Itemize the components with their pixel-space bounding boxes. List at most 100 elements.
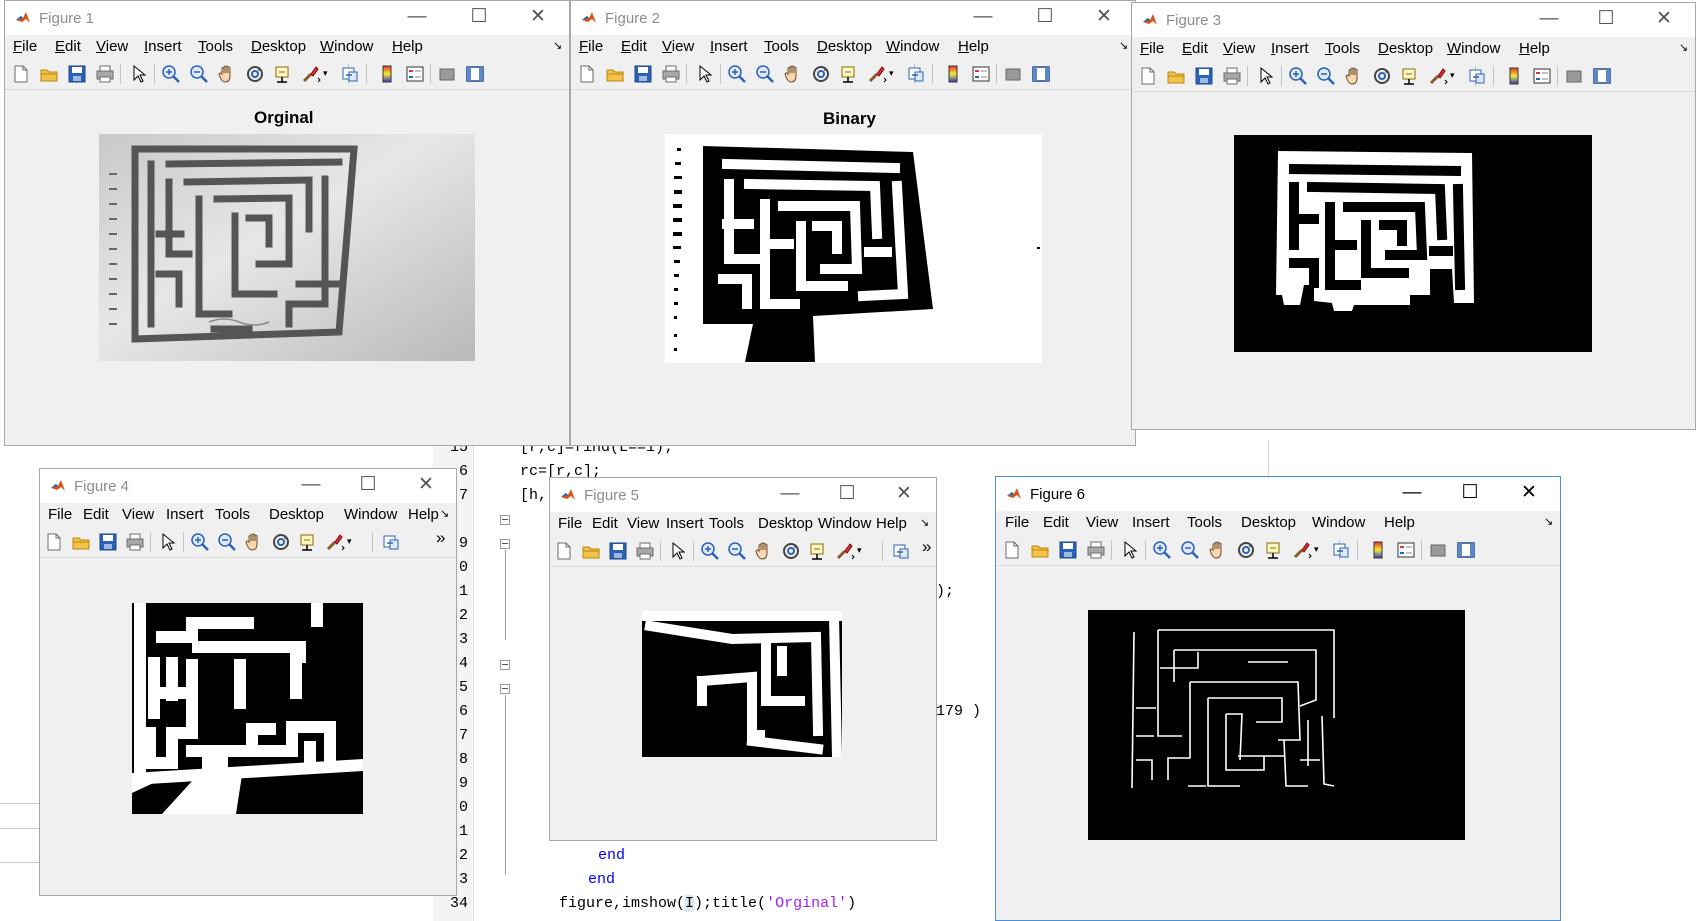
figure-window-5[interactable]: Figure 5 — ☐ ✕ File Edit View Insert Tools De… — [549, 477, 937, 841]
data-cursor-icon[interactable] — [1400, 66, 1420, 86]
legend-icon[interactable] — [1396, 540, 1416, 560]
rotate-3d-icon[interactable] — [245, 64, 265, 84]
data-cursor-icon[interactable] — [298, 532, 318, 552]
menu-file[interactable]: File — [558, 515, 582, 532]
zoom-out-icon[interactable] — [189, 64, 209, 84]
menu-insert[interactable]: Insert — [1132, 514, 1170, 531]
link-plot-icon[interactable] — [341, 64, 361, 84]
image-binary[interactable] — [665, 134, 1042, 363]
menu-view[interactable]: View — [662, 38, 694, 55]
hide-plot-tools-icon[interactable] — [1428, 540, 1448, 560]
code-fragment[interactable]: ); — [936, 583, 954, 600]
show-plot-tools-icon[interactable] — [1592, 66, 1612, 86]
save-icon[interactable] — [1194, 66, 1214, 86]
window-titlebar[interactable]: Figure 2 — ☐ ✕ — [571, 1, 1135, 35]
brush-icon[interactable] — [1292, 540, 1312, 560]
maximize-button[interactable]: ☐ — [1031, 4, 1059, 30]
menu-tools[interactable]: Tools — [215, 506, 250, 523]
data-cursor-icon[interactable] — [839, 64, 859, 84]
menu-file[interactable]: File — [1005, 514, 1029, 531]
hide-plot-tools-icon[interactable] — [1564, 66, 1584, 86]
print-icon[interactable] — [635, 541, 655, 561]
zoom-in-icon[interactable] — [1288, 66, 1308, 86]
print-icon[interactable] — [95, 64, 115, 84]
show-plot-tools-icon[interactable] — [1031, 64, 1051, 84]
minimize-button[interactable]: — — [969, 4, 997, 30]
figure-window-1[interactable]: Figure 1 — ☐ ✕ File Edit View Insert Tools De… — [4, 0, 570, 446]
brush-icon[interactable] — [1428, 66, 1448, 86]
rotate-3d-icon[interactable] — [781, 541, 801, 561]
menu-file[interactable]: File — [48, 506, 72, 523]
menu-view[interactable]: View — [627, 515, 659, 532]
save-icon[interactable] — [1058, 540, 1078, 560]
menu-insert[interactable]: Insert — [710, 38, 748, 55]
rotate-3d-icon[interactable] — [1236, 540, 1256, 560]
menu-desktop[interactable]: Desktop — [1378, 40, 1433, 57]
open-folder-icon[interactable] — [1166, 66, 1186, 86]
dock-figure-arrow-icon[interactable]: ↘ — [440, 507, 449, 520]
toolbar-overflow-button[interactable]: » — [922, 537, 931, 557]
edit-plot-arrow-icon[interactable] — [1256, 66, 1276, 86]
data-cursor-icon[interactable] — [808, 541, 828, 561]
close-button[interactable]: ✕ — [412, 472, 440, 498]
print-icon[interactable] — [661, 64, 681, 84]
menu-edit[interactable]: Edit — [55, 38, 81, 55]
window-titlebar[interactable]: Figure 1 — ☐ ✕ — [5, 1, 569, 35]
close-button[interactable]: ✕ — [1515, 480, 1543, 506]
edit-plot-arrow-icon[interactable] — [695, 64, 715, 84]
show-plot-tools-icon[interactable] — [1456, 540, 1476, 560]
image-skeleton[interactable] — [1088, 610, 1465, 840]
menu-help[interactable]: Help — [392, 38, 423, 55]
new-figure-icon[interactable] — [44, 532, 64, 552]
zoom-out-icon[interactable] — [727, 541, 747, 561]
zoom-in-icon[interactable] — [700, 541, 720, 561]
figure-window-6[interactable]: Figure 6 — ☐ ✕ File Edit View Insert Tools De… — [995, 476, 1561, 921]
edit-plot-arrow-icon[interactable] — [129, 64, 149, 84]
save-icon[interactable] — [67, 64, 87, 84]
zoom-in-icon[interactable] — [727, 64, 747, 84]
print-icon[interactable] — [125, 532, 145, 552]
code-line-34[interactable]: figure,imshow(I);title('Orginal') — [559, 895, 856, 912]
menu-tools[interactable]: Tools — [709, 515, 744, 532]
brush-dropdown-caret-icon[interactable]: ▾ — [1450, 70, 1455, 81]
menu-desktop[interactable]: Desktop — [251, 38, 306, 55]
zoom-out-icon[interactable] — [1180, 540, 1200, 560]
menu-window[interactable]: Window — [344, 506, 397, 523]
menu-tools[interactable]: Tools — [198, 38, 233, 55]
toolbar-overflow-button[interactable]: » — [436, 528, 445, 548]
link-plot-icon[interactable] — [907, 64, 927, 84]
menu-window[interactable]: Window — [818, 515, 871, 532]
print-icon[interactable] — [1222, 66, 1242, 86]
minimize-button[interactable]: — — [1535, 6, 1563, 32]
menu-view[interactable]: View — [122, 506, 154, 523]
dock-figure-arrow-icon[interactable]: ↘ — [920, 516, 929, 529]
menu-insert[interactable]: Insert — [1271, 40, 1309, 57]
figure-window-2[interactable]: Figure 2 — ☐ ✕ File Edit View Insert Tools De… — [570, 0, 1136, 446]
save-icon[interactable] — [98, 532, 118, 552]
rotate-3d-icon[interactable] — [1372, 66, 1392, 86]
save-icon[interactable] — [633, 64, 653, 84]
code-fold-toggle[interactable] — [500, 515, 510, 525]
window-titlebar[interactable]: Figure 3 — ☐ ✕ — [1132, 3, 1695, 37]
dock-figure-arrow-icon[interactable]: ↘ — [1544, 515, 1553, 528]
window-titlebar[interactable]: Figure 4 — ☐ ✕ — [40, 469, 456, 503]
figure-window-3[interactable]: Figure 3 — ☐ ✕ File Edit View Insert Tools De… — [1131, 2, 1696, 430]
open-folder-icon[interactable] — [1030, 540, 1050, 560]
legend-icon[interactable] — [971, 64, 991, 84]
zoom-out-icon[interactable] — [1316, 66, 1336, 86]
open-folder-icon[interactable] — [605, 64, 625, 84]
new-figure-icon[interactable] — [554, 541, 574, 561]
link-plot-icon[interactable] — [382, 532, 402, 552]
menu-edit[interactable]: Edit — [1182, 40, 1208, 57]
new-figure-icon[interactable] — [11, 64, 31, 84]
edit-plot-arrow-icon[interactable] — [158, 532, 178, 552]
new-figure-icon[interactable] — [577, 64, 597, 84]
close-button[interactable]: ✕ — [524, 4, 552, 30]
code-keyword-end[interactable]: end — [598, 847, 625, 864]
code-fold-toggle[interactable] — [500, 539, 510, 549]
menu-tools[interactable]: Tools — [1187, 514, 1222, 531]
hide-plot-tools-icon[interactable] — [1003, 64, 1023, 84]
pan-hand-icon[interactable] — [1344, 66, 1364, 86]
image-original[interactable] — [99, 134, 475, 361]
pan-hand-icon[interactable] — [244, 532, 264, 552]
